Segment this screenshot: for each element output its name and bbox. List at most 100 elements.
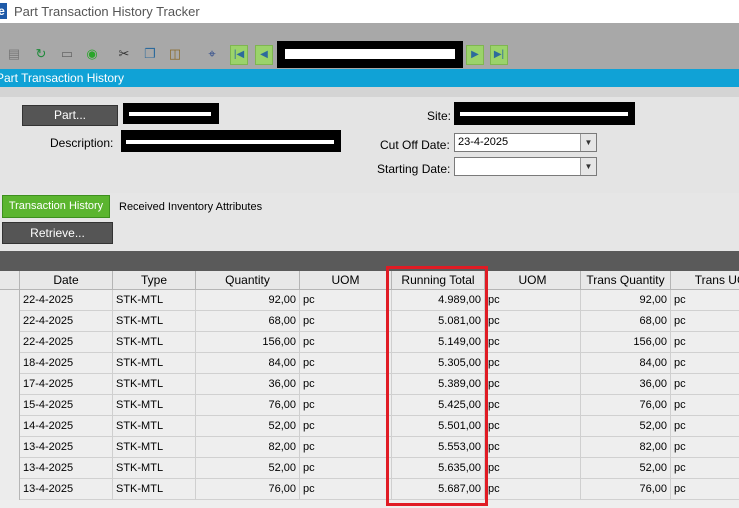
table-cell[interactable]: pc xyxy=(485,353,581,374)
table-cell[interactable]: 156,00 xyxy=(196,332,300,353)
table-cell[interactable]: STK-MTL xyxy=(113,290,196,311)
table-row[interactable]: 18-4-2025 STK-MTL 84,00 pc 5.305,00 pc 84,00 pc xyxy=(0,353,739,374)
row-selector[interactable] xyxy=(0,374,20,395)
binoculars-icon[interactable]: ⌖ xyxy=(204,46,220,62)
table-cell[interactable]: pc xyxy=(485,311,581,332)
row-selector[interactable] xyxy=(0,311,20,332)
table-cell[interactable]: pc xyxy=(671,395,739,416)
table-cell[interactable]: pc xyxy=(485,416,581,437)
table-cell[interactable]: 68,00 xyxy=(581,311,671,332)
table-cell[interactable]: pc xyxy=(671,311,739,332)
table-cell[interactable]: pc xyxy=(300,416,392,437)
table-cell[interactable]: 92,00 xyxy=(581,290,671,311)
next-record-icon[interactable]: ▶ xyxy=(466,45,484,65)
table-cell[interactable]: pc xyxy=(300,395,392,416)
table-cell[interactable]: STK-MTL xyxy=(113,416,196,437)
table-cell[interactable]: 68,00 xyxy=(196,311,300,332)
table-cell[interactable]: 5.149,00 xyxy=(392,332,485,353)
row-selector[interactable] xyxy=(0,332,20,353)
table-cell[interactable]: STK-MTL xyxy=(113,479,196,500)
table-cell[interactable]: pc xyxy=(485,479,581,500)
table-cell[interactable]: pc xyxy=(300,437,392,458)
table-cell[interactable]: pc xyxy=(300,290,392,311)
table-cell[interactable]: STK-MTL xyxy=(113,395,196,416)
table-cell[interactable]: pc xyxy=(671,437,739,458)
table-cell[interactable]: 22-4-2025 xyxy=(20,290,113,311)
table-cell[interactable]: pc xyxy=(300,311,392,332)
eraser-icon[interactable]: ▭ xyxy=(59,46,75,62)
table-cell[interactable]: 92,00 xyxy=(196,290,300,311)
paste-icon[interactable]: ◫ xyxy=(167,46,183,62)
table-cell[interactable]: pc xyxy=(485,395,581,416)
first-record-icon[interactable]: |◀ xyxy=(230,45,248,65)
table-cell[interactable]: 76,00 xyxy=(196,479,300,500)
table-cell[interactable]: 5.553,00 xyxy=(392,437,485,458)
last-record-icon[interactable]: ▶| xyxy=(490,45,508,65)
table-cell[interactable]: 52,00 xyxy=(196,416,300,437)
table-cell[interactable]: 4.989,00 xyxy=(392,290,485,311)
refresh-icon[interactable]: ↻ xyxy=(33,46,49,62)
table-cell[interactable]: 82,00 xyxy=(581,437,671,458)
table-row[interactable]: 22-4-2025 STK-MTL 92,00 pc 4.989,00 pc 92,00 pc xyxy=(0,290,739,311)
table-cell[interactable]: pc xyxy=(300,374,392,395)
go-icon[interactable]: ◉ xyxy=(84,46,100,62)
table-cell[interactable]: 36,00 xyxy=(581,374,671,395)
row-selector[interactable] xyxy=(0,416,20,437)
table-cell[interactable]: 82,00 xyxy=(196,437,300,458)
table-cell[interactable]: STK-MTL xyxy=(113,311,196,332)
tab-received-inventory-attributes[interactable]: Received Inventory Attributes xyxy=(119,201,262,213)
table-row[interactable]: 14-4-2025 STK-MTL 52,00 pc 5.501,00 pc 52,00 pc xyxy=(0,416,739,437)
starting-date-field[interactable]: ▼ xyxy=(454,157,597,176)
table-row[interactable]: 22-4-2025 STK-MTL 68,00 pc 5.081,00 pc 68,00 pc xyxy=(0,311,739,332)
copy-icon[interactable]: ❐ xyxy=(142,46,158,62)
retrieve-button[interactable]: Retrieve... xyxy=(2,222,113,244)
column-header[interactable]: Trans UOM xyxy=(671,271,739,290)
table-cell[interactable]: pc xyxy=(671,290,739,311)
column-header[interactable]: Date xyxy=(20,271,113,290)
table-cell[interactable]: 22-4-2025 xyxy=(20,332,113,353)
column-header[interactable]: Type xyxy=(113,271,196,290)
column-header[interactable]: Running Total xyxy=(392,271,485,290)
table-cell[interactable]: pc xyxy=(671,458,739,479)
table-cell[interactable]: 5.635,00 xyxy=(392,458,485,479)
table-cell[interactable]: 76,00 xyxy=(581,395,671,416)
table-cell[interactable]: STK-MTL xyxy=(113,353,196,374)
column-header[interactable]: Trans Quantity xyxy=(581,271,671,290)
table-cell[interactable]: 5.081,00 xyxy=(392,311,485,332)
table-cell[interactable]: pc xyxy=(485,437,581,458)
table-row[interactable]: 17-4-2025 STK-MTL 36,00 pc 5.389,00 pc 36,00 pc xyxy=(0,374,739,395)
table-cell[interactable]: 5.305,00 xyxy=(392,353,485,374)
table-cell[interactable]: pc xyxy=(485,290,581,311)
cutoff-date-field[interactable]: 23-4-2025 ▼ xyxy=(454,133,597,152)
table-cell[interactable]: 13-4-2025 xyxy=(20,437,113,458)
table-row[interactable]: 13-4-2025 STK-MTL 82,00 pc 5.553,00 pc 82,00 pc xyxy=(0,437,739,458)
row-selector[interactable] xyxy=(0,458,20,479)
row-selector[interactable] xyxy=(0,395,20,416)
row-selector[interactable] xyxy=(0,437,20,458)
table-cell[interactable]: pc xyxy=(300,458,392,479)
chevron-down-icon[interactable]: ▼ xyxy=(580,158,596,175)
table-cell[interactable]: 13-4-2025 xyxy=(20,479,113,500)
table-cell[interactable]: 52,00 xyxy=(196,458,300,479)
table-cell[interactable]: 18-4-2025 xyxy=(20,353,113,374)
table-cell[interactable]: 15-4-2025 xyxy=(20,395,113,416)
site-value-redacted[interactable] xyxy=(454,102,635,125)
table-row[interactable]: 22-4-2025 STK-MTL 156,00 pc 5.149,00 pc 156,00… xyxy=(0,332,739,353)
row-selector[interactable] xyxy=(0,290,20,311)
part-button[interactable]: Part... xyxy=(22,105,118,126)
table-cell[interactable]: pc xyxy=(300,479,392,500)
table-cell[interactable]: pc xyxy=(671,479,739,500)
column-header[interactable]: Quantity xyxy=(196,271,300,290)
previous-record-icon[interactable]: ◀ xyxy=(255,45,273,65)
table-cell[interactable]: pc xyxy=(671,374,739,395)
tab-transaction-history[interactable]: Transaction History xyxy=(2,195,110,218)
row-selector[interactable] xyxy=(0,479,20,500)
description-value-redacted[interactable] xyxy=(121,130,341,152)
cut-icon[interactable]: ✂ xyxy=(116,46,132,62)
column-header[interactable]: UOM xyxy=(485,271,581,290)
table-cell[interactable]: pc xyxy=(300,332,392,353)
table-row[interactable]: 13-4-2025 STK-MTL 76,00 pc 5.687,00 pc 76,00 pc xyxy=(0,479,739,500)
table-row[interactable]: 13-4-2025 STK-MTL 52,00 pc 5.635,00 pc 52,00 pc xyxy=(0,458,739,479)
table-cell[interactable]: 5.389,00 xyxy=(392,374,485,395)
table-cell[interactable]: pc xyxy=(485,332,581,353)
